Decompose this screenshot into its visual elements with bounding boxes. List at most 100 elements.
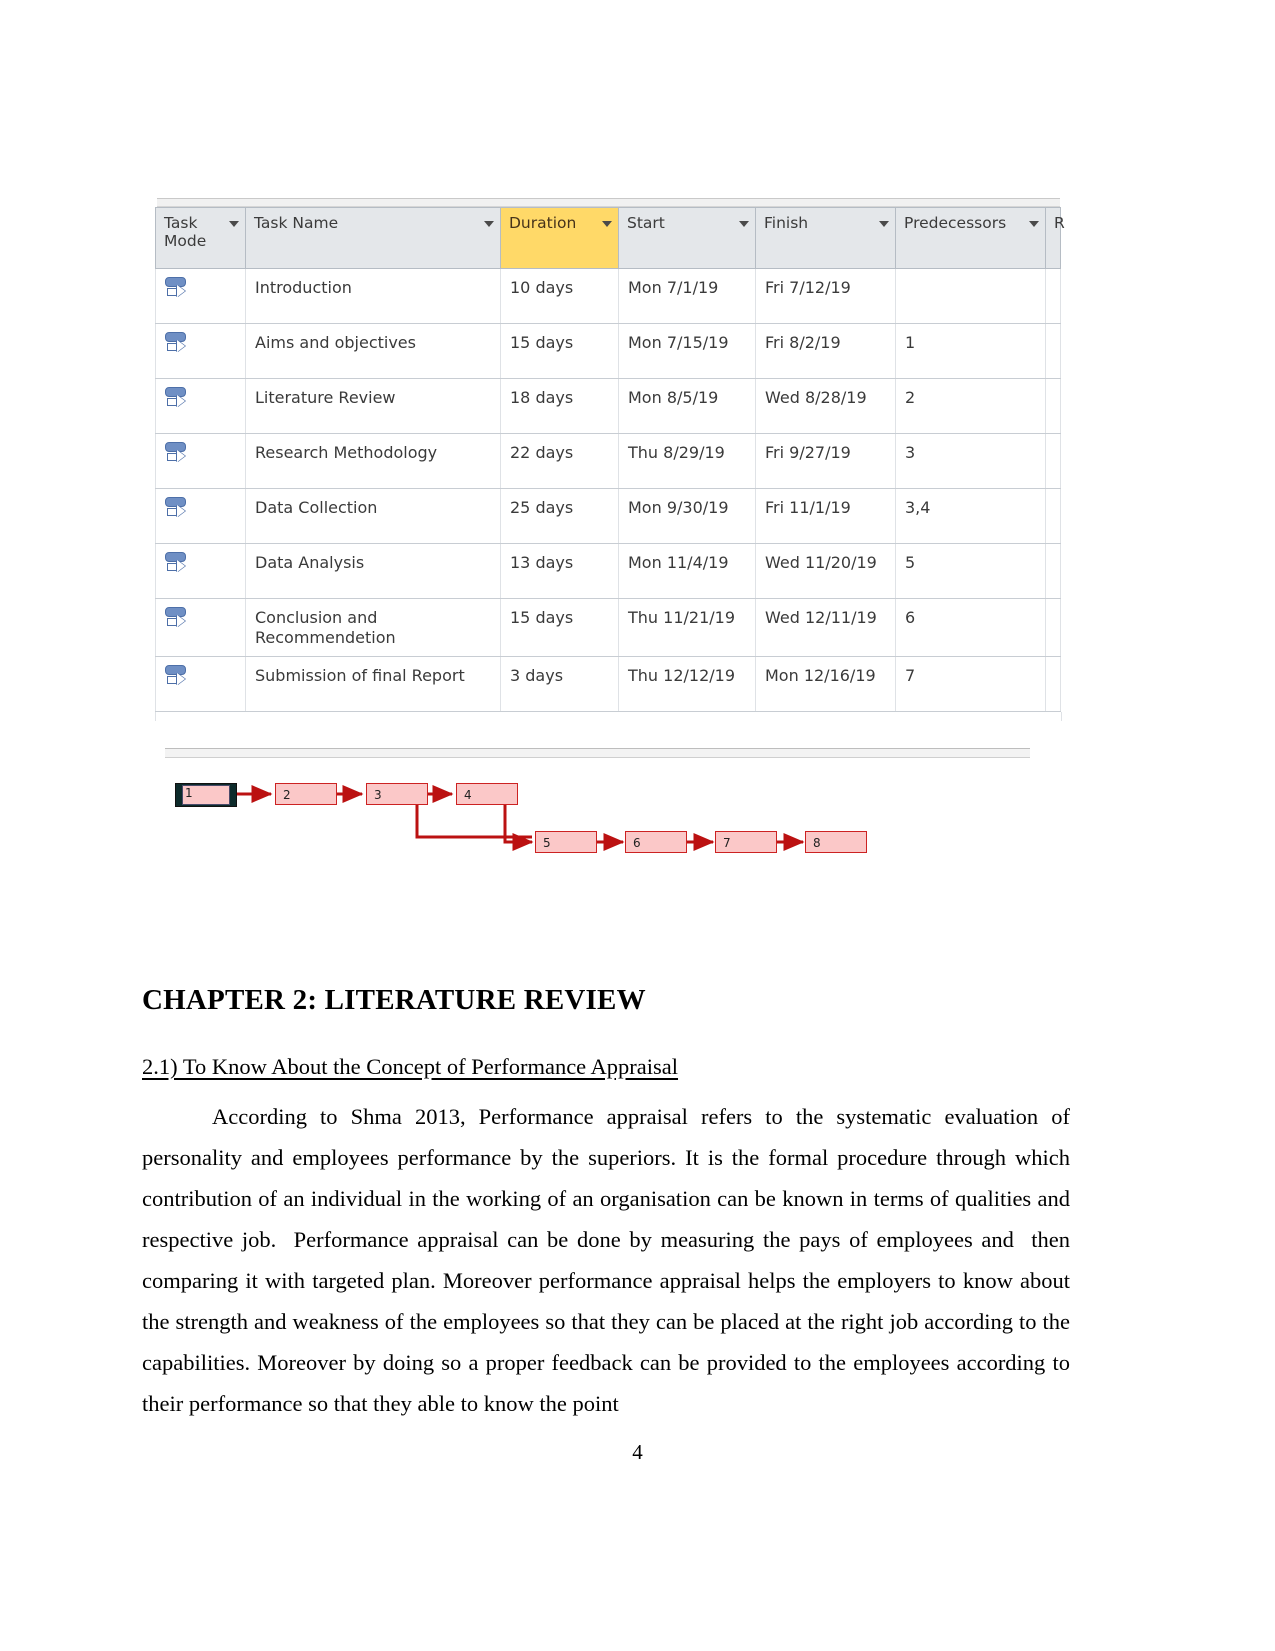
cell-task-mode[interactable] <box>155 656 246 713</box>
auto-schedule-icon <box>164 495 190 521</box>
auto-schedule-icon <box>164 385 190 411</box>
cell-start[interactable]: Thu 8/29/19 <box>618 433 756 489</box>
cell-finish[interactable]: Fri 7/12/19 <box>755 268 896 324</box>
cell-task-name[interactable]: Submission of final Report <box>245 656 501 713</box>
cell-task-name[interactable]: Data Analysis <box>245 543 501 599</box>
cell-duration[interactable]: 25 days <box>500 488 619 544</box>
table-row[interactable]: Research Methodology 22 days Thu 8/29/19… <box>155 433 1061 489</box>
column-header-label: Task Name <box>254 214 339 232</box>
chevron-down-icon[interactable] <box>229 221 239 227</box>
cell-duration[interactable]: 3 days <box>500 656 619 713</box>
cell-finish[interactable]: Fri 11/1/19 <box>755 488 896 544</box>
chevron-down-icon[interactable] <box>1029 221 1039 227</box>
cell-start[interactable]: Mon 8/5/19 <box>618 378 756 434</box>
auto-schedule-icon <box>164 663 190 689</box>
cell-start[interactable]: Mon 11/4/19 <box>618 543 756 599</box>
column-header-partial[interactable]: R <box>1045 207 1065 269</box>
cell-task-mode[interactable] <box>155 268 246 324</box>
window-edge-strip <box>157 198 1060 207</box>
cell-predecessors[interactable]: 5 <box>895 543 1046 599</box>
cell-task-name[interactable]: Literature Review <box>245 378 501 434</box>
diagram-node-7[interactable]: 7 <box>715 831 777 853</box>
table-row[interactable]: Introduction 10 days Mon 7/1/19 Fri 7/12… <box>155 268 1061 324</box>
cell-start[interactable]: Mon 7/15/19 <box>618 323 756 379</box>
column-header-start[interactable]: Start <box>618 207 756 269</box>
cell-duration[interactable]: 18 days <box>500 378 619 434</box>
cell-duration[interactable]: 15 days <box>500 598 619 658</box>
diagram-node-3[interactable]: 3 <box>366 783 428 805</box>
cell-predecessors[interactable]: 3 <box>895 433 1046 489</box>
cell-duration[interactable]: 15 days <box>500 323 619 379</box>
column-header-finish[interactable]: Finish <box>755 207 896 269</box>
cell-task-mode[interactable] <box>155 378 246 434</box>
cell-partial <box>1045 433 1061 489</box>
column-header-label: Duration <box>509 214 577 232</box>
table-row[interactable]: Aims and objectives 15 days Mon 7/15/19 … <box>155 323 1061 379</box>
diagram-node-2[interactable]: 2 <box>275 783 337 805</box>
cell-task-mode[interactable] <box>155 543 246 599</box>
cell-task-name[interactable]: Data Collection <box>245 488 501 544</box>
cell-partial <box>1045 268 1061 324</box>
cell-task-mode[interactable] <box>155 323 246 379</box>
cell-partial <box>1045 543 1061 599</box>
table-row[interactable]: Submission of final Report 3 days Thu 12… <box>155 656 1061 713</box>
diagram-node-4[interactable]: 4 <box>456 783 518 805</box>
cell-predecessors[interactable]: 6 <box>895 598 1046 658</box>
diagram-node-1[interactable]: 1 <box>175 783 237 807</box>
cell-finish[interactable]: Wed 8/28/19 <box>755 378 896 434</box>
chevron-down-icon[interactable] <box>739 221 749 227</box>
cell-duration[interactable]: 13 days <box>500 543 619 599</box>
column-header-task-name[interactable]: Task Name <box>245 207 501 269</box>
diagram-node-5[interactable]: 5 <box>535 831 597 853</box>
network-diagram: 1 2 3 4 5 6 7 8 <box>155 742 1060 872</box>
table-row[interactable]: Literature Review 18 days Mon 8/5/19 Wed… <box>155 378 1061 434</box>
page-number: 4 <box>632 1440 643 1464</box>
document-body: CHAPTER 2: LITERATURE REVIEW 2.1) To Kno… <box>142 984 1070 1424</box>
chevron-down-icon[interactable] <box>484 221 494 227</box>
section-heading: 2.1) To Know About the Concept of Perfor… <box>142 1053 679 1079</box>
cell-task-name[interactable]: Aims and objectives <box>245 323 501 379</box>
diagram-node-label: 1 <box>185 786 193 800</box>
diagram-node-6[interactable]: 6 <box>625 831 687 853</box>
table-row[interactable]: Data Analysis 13 days Mon 11/4/19 Wed 11… <box>155 543 1061 599</box>
cell-duration[interactable]: 10 days <box>500 268 619 324</box>
cell-task-mode[interactable] <box>155 433 246 489</box>
cell-start[interactable]: Thu 12/12/19 <box>618 656 756 713</box>
table-bottom-edge <box>155 712 1062 722</box>
cell-finish[interactable]: Wed 12/11/19 <box>755 598 896 658</box>
auto-schedule-icon <box>164 275 190 301</box>
cell-predecessors[interactable] <box>895 268 1046 324</box>
cell-finish[interactable]: Fri 8/2/19 <box>755 323 896 379</box>
cell-duration[interactable]: 22 days <box>500 433 619 489</box>
cell-predecessors[interactable]: 2 <box>895 378 1046 434</box>
cell-task-name[interactable]: Conclusion and Recommendetion <box>245 598 501 658</box>
cell-task-mode[interactable] <box>155 488 246 544</box>
cell-start[interactable]: Thu 11/21/19 <box>618 598 756 658</box>
auto-schedule-icon <box>164 440 190 466</box>
cell-finish[interactable]: Wed 11/20/19 <box>755 543 896 599</box>
cell-task-name[interactable]: Research Methodology <box>245 433 501 489</box>
column-header-task-mode[interactable]: Task Mode <box>155 207 246 269</box>
cell-finish[interactable]: Mon 12/16/19 <box>755 656 896 713</box>
page-title: CHAPTER 2: LITERATURE REVIEW <box>142 984 646 1016</box>
column-header-predecessors[interactable]: Predecessors <box>895 207 1046 269</box>
table-row[interactable]: Conclusion and Recommendetion 15 days Th… <box>155 598 1061 658</box>
cell-predecessors[interactable]: 3,4 <box>895 488 1046 544</box>
network-diagram-links <box>237 785 805 851</box>
cell-partial <box>1045 323 1061 379</box>
cell-predecessors[interactable]: 7 <box>895 656 1046 713</box>
cell-start[interactable]: Mon 9/30/19 <box>618 488 756 544</box>
column-header-label: Predecessors <box>904 214 1007 232</box>
cell-partial <box>1045 656 1061 713</box>
column-header-duration[interactable]: Duration <box>500 207 619 269</box>
chevron-down-icon[interactable] <box>879 221 889 227</box>
cell-task-name[interactable]: Introduction <box>245 268 501 324</box>
diagram-node-8[interactable]: 8 <box>805 831 867 853</box>
table-row[interactable]: Data Collection 25 days Mon 9/30/19 Fri … <box>155 488 1061 544</box>
cell-start[interactable]: Mon 7/1/19 <box>618 268 756 324</box>
cell-task-mode[interactable] <box>155 598 246 658</box>
cell-finish[interactable]: Fri 9/27/19 <box>755 433 896 489</box>
chevron-down-icon[interactable] <box>602 221 612 227</box>
cell-predecessors[interactable]: 1 <box>895 323 1046 379</box>
cell-partial <box>1045 488 1061 544</box>
